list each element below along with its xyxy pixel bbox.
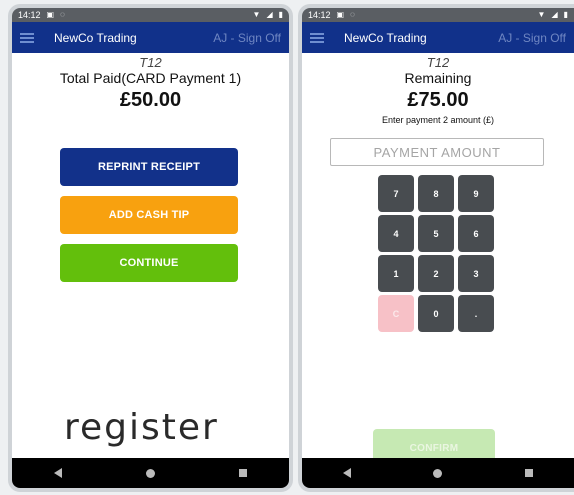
register-logo: register: [64, 407, 219, 448]
decimal-key[interactable]: .: [458, 295, 494, 332]
continue-button[interactable]: CONTINUE: [60, 244, 238, 282]
status-time: 14:12: [18, 10, 41, 20]
battery-icon: ▮: [278, 10, 283, 19]
recent-apps-icon[interactable]: [239, 469, 247, 477]
key-9[interactable]: 9: [458, 175, 494, 212]
table-number: T12: [426, 55, 450, 70]
status-bar: 14:12 ▣ ◌ ▼ ◢ ▮: [12, 8, 289, 22]
enter-payment-label: Enter payment 2 amount (£): [381, 115, 495, 125]
recent-apps-icon[interactable]: [524, 469, 533, 477]
add-cash-tip-button[interactable]: ADD CASH TIP: [60, 196, 238, 234]
payment-summary: T12 Total Paid(CARD Payment 1) £50.00 RE…: [12, 53, 289, 469]
navigation-bar: [12, 458, 289, 488]
signal-icon: ◢: [551, 10, 558, 19]
app-bar: NewCo Trading AJ - Sign Off: [302, 22, 574, 53]
notification-icon: ▣: [336, 10, 345, 19]
home-icon[interactable]: [146, 468, 155, 478]
key-5[interactable]: 5: [418, 215, 454, 252]
key-2[interactable]: 2: [418, 255, 454, 292]
navigation-bar: [302, 458, 574, 488]
key-1[interactable]: 1: [378, 255, 414, 292]
battery-icon: ▮: [563, 10, 568, 19]
sign-off-link[interactable]: AJ - Sign Off: [498, 31, 566, 45]
sim-icon: ◌: [60, 10, 65, 19]
menu-icon[interactable]: [310, 32, 324, 43]
back-icon[interactable]: [343, 468, 352, 478]
key-3[interactable]: 3: [458, 255, 494, 292]
key-8[interactable]: 8: [418, 175, 454, 212]
home-icon[interactable]: [433, 468, 443, 478]
notification-icon: ▣: [46, 10, 55, 19]
remaining-amount: £75.00: [407, 89, 469, 111]
phone-screen-right: 14:12 ▣ ◌ ▼ ◢ ▮ NewCo Trading AJ - Sign …: [298, 4, 574, 492]
wifi-icon: ▼: [537, 10, 546, 19]
app-bar: NewCo Trading AJ - Sign Off: [12, 22, 289, 53]
split-payment-entry: T12 Remaining £75.00 Enter payment 2 amo…: [302, 53, 574, 469]
key-6[interactable]: 6: [458, 215, 494, 252]
total-paid-label: Total Paid(CARD Payment 1): [59, 70, 242, 86]
back-icon[interactable]: [54, 468, 62, 478]
key-0[interactable]: 0: [418, 295, 454, 332]
sim-icon: ◌: [350, 10, 355, 19]
key-7[interactable]: 7: [378, 175, 414, 212]
status-bar: 14:12 ▣ ◌ ▼ ◢ ▮: [302, 8, 574, 22]
clear-key[interactable]: C: [378, 295, 414, 332]
remaining-label: Remaining: [404, 70, 472, 86]
sign-off-link[interactable]: AJ - Sign Off: [213, 31, 281, 45]
phone-screen-left: 14:12 ▣ ◌ ▼ ◢ ▮ NewCo Trading AJ - Sign …: [8, 4, 293, 492]
reprint-receipt-button[interactable]: REPRINT RECEIPT: [60, 148, 238, 186]
wifi-icon: ▼: [252, 10, 261, 19]
menu-icon[interactable]: [20, 32, 34, 43]
payment-amount-input[interactable]: [330, 138, 544, 166]
key-4[interactable]: 4: [378, 215, 414, 252]
signal-icon: ◢: [266, 10, 273, 19]
app-title: NewCo Trading: [344, 30, 427, 45]
status-time: 14:12: [308, 10, 331, 20]
app-title: NewCo Trading: [54, 30, 137, 45]
table-number: T12: [139, 55, 162, 70]
total-paid-amount: £50.00: [119, 89, 182, 111]
